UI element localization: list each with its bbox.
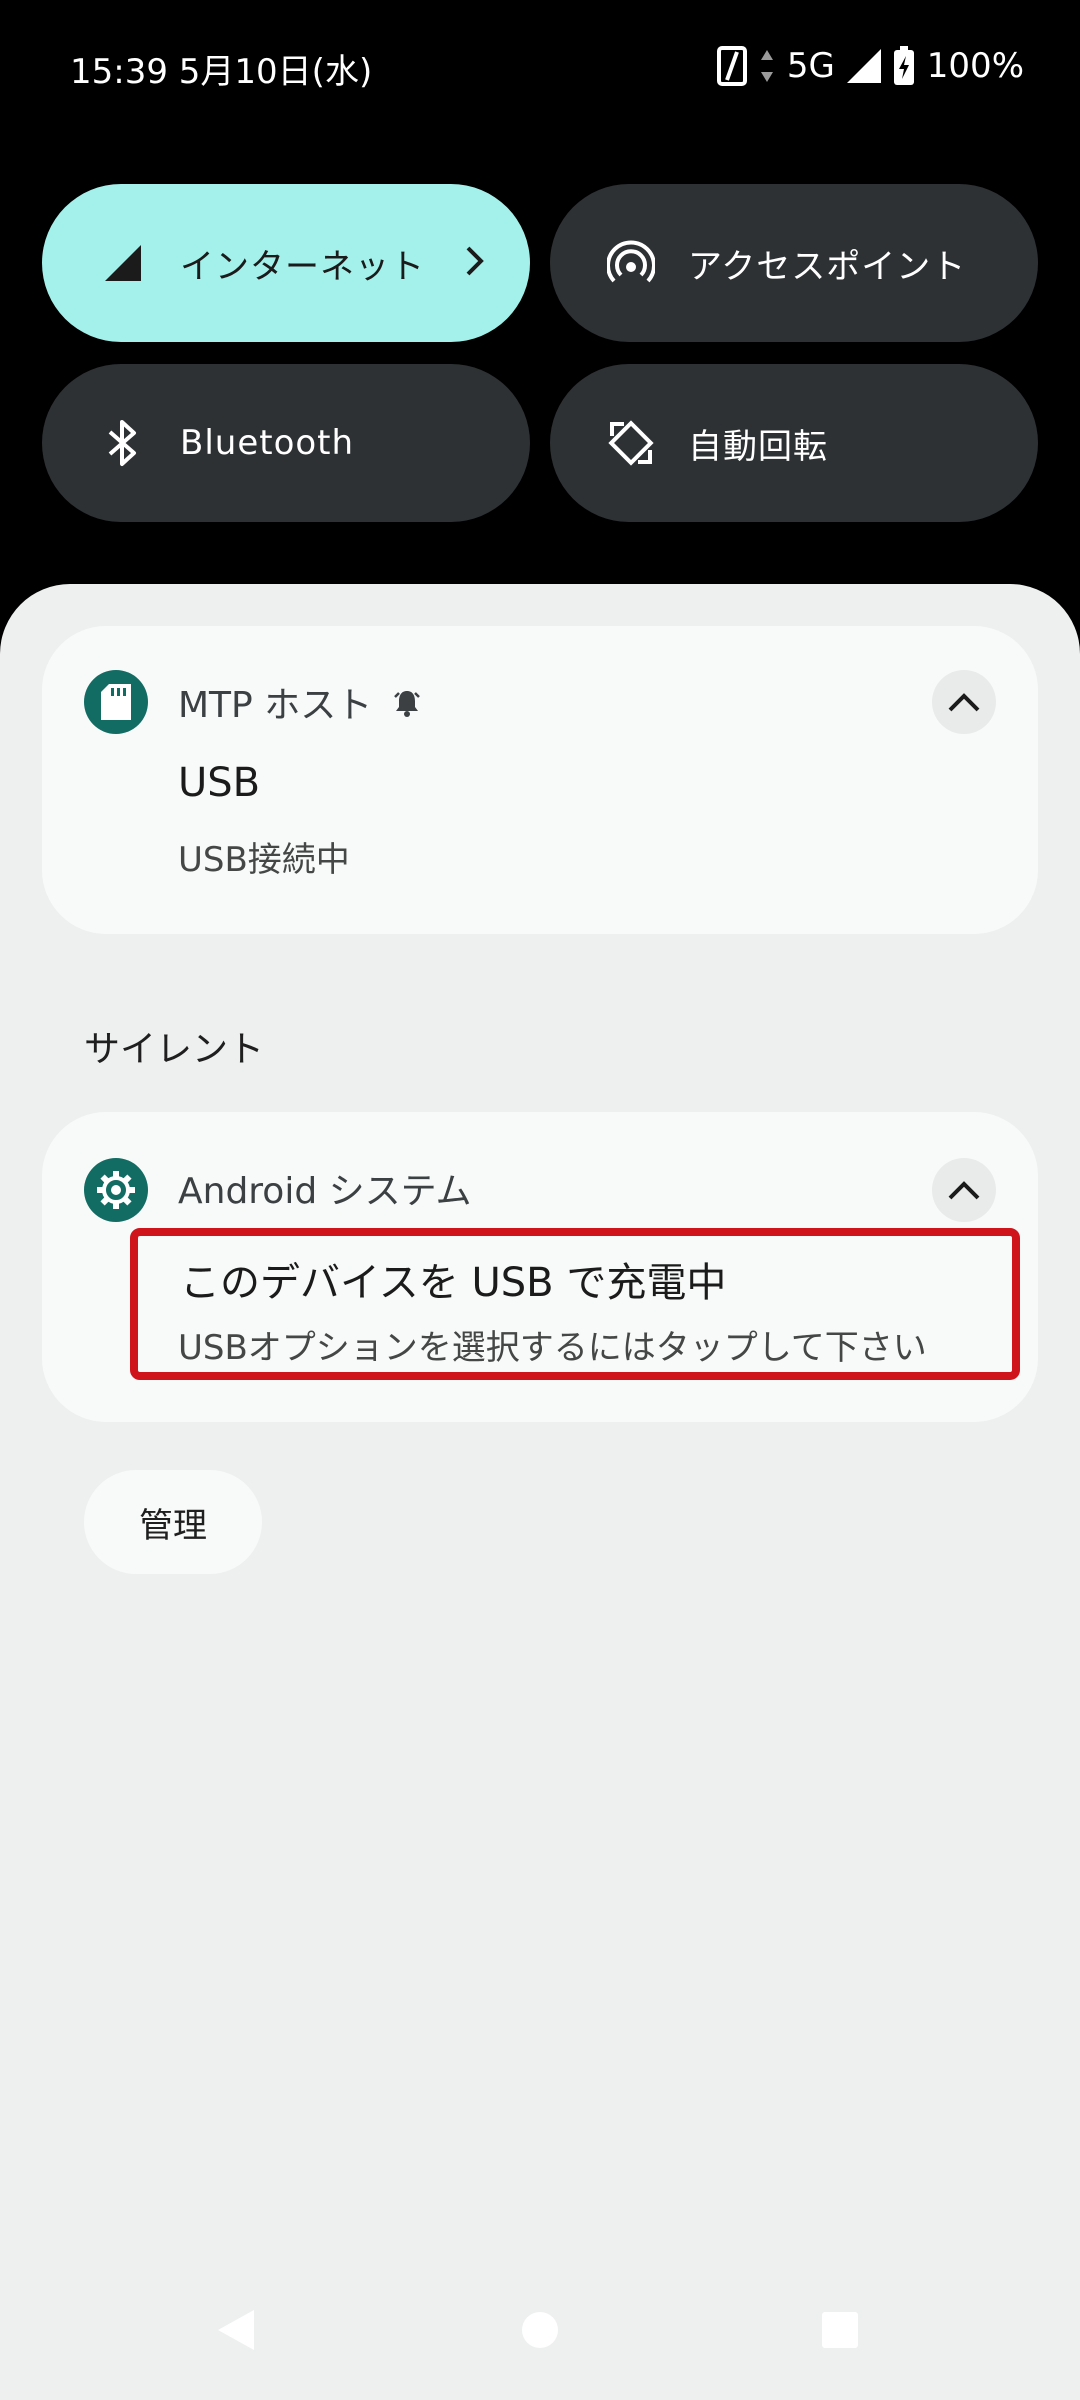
bluetooth-icon [94,414,152,472]
recents-icon[interactable] [820,2306,860,2358]
notification-mtp[interactable]: MTP ホスト USB USB接続中 [42,626,1038,934]
status-icons: 5G 100% [716,44,1024,88]
tile-hotspot-label: アクセスポイント [688,246,967,287]
nfc-icon [716,46,747,86]
tile-bluetooth-label: Bluetooth [180,423,355,463]
expand-collapse-button[interactable] [932,1158,996,1222]
hotspot-icon [602,234,660,292]
signal-icon [94,234,152,292]
highlight-box [130,1228,1020,1380]
tile-internet-label: インターネット [180,246,425,287]
notification-text: USB接続中 [178,840,350,880]
data-arrows-icon [759,48,775,84]
notification-app-name: Android システム [178,1171,472,1212]
gear-icon [84,1158,148,1222]
tile-auto-rotate-label: 自動回転 [688,426,828,467]
tile-bluetooth[interactable]: Bluetooth [42,364,530,522]
manage-button-label: 管理 [139,1505,207,1546]
notification-title: USB [178,760,261,806]
signal-icon [846,49,881,83]
section-label-silent: サイレント [84,1029,265,1070]
battery-percent: 100% [926,46,1024,86]
bell-icon [392,688,422,722]
status-bar: 15:39 5月10日(水) 5G 100% [0,0,1080,140]
tile-hotspot[interactable]: アクセスポイント [550,184,1038,342]
tile-auto-rotate[interactable]: 自動回転 [550,364,1038,522]
home-icon[interactable] [520,2306,560,2358]
tile-internet[interactable]: インターネット [42,184,530,342]
expand-collapse-button[interactable] [932,670,996,734]
sd-card-icon [84,670,148,734]
notification-app-name: MTP ホスト [178,685,373,726]
battery-charging-icon [893,46,915,86]
auto-rotate-icon [602,414,660,472]
navigation-bar [0,2286,1080,2386]
back-icon[interactable] [214,2306,258,2358]
status-time-date: 15:39 5月10日(水) [70,52,373,92]
manage-button[interactable]: 管理 [84,1470,262,1574]
network-type: 5G [786,46,835,86]
chevron-right-icon [464,245,486,281]
